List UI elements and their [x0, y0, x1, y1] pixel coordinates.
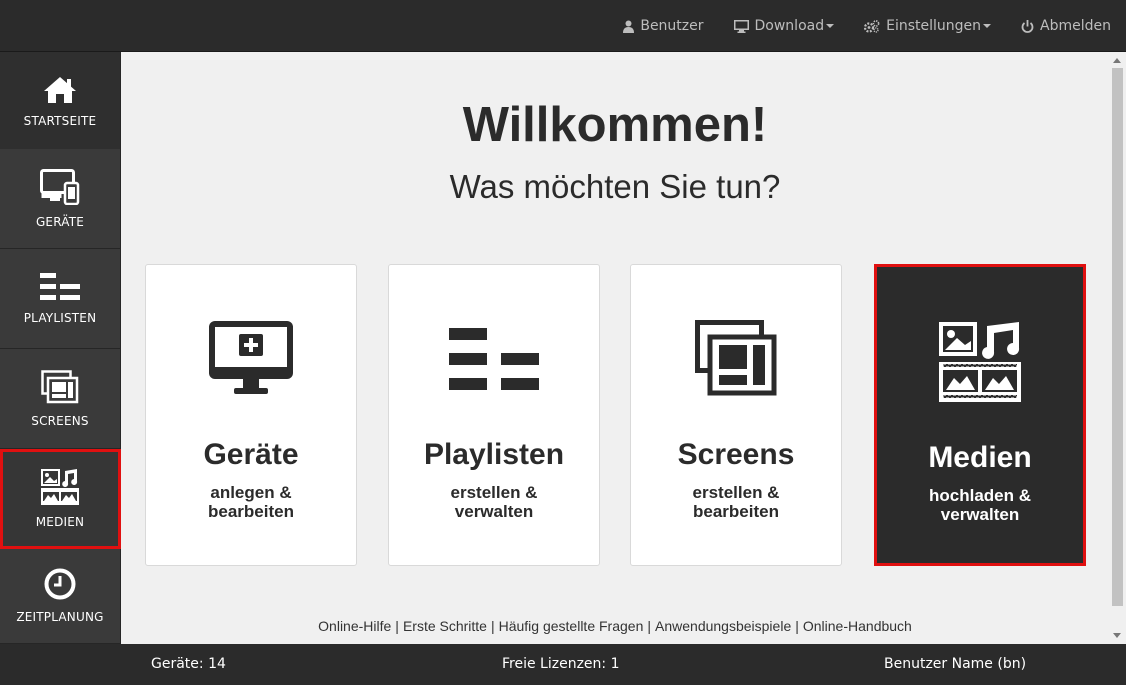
- card-icon-wrap: [631, 320, 841, 400]
- link-erste-schritte[interactable]: Erste Schritte: [403, 618, 487, 634]
- link-separator: |: [490, 618, 495, 634]
- help-links: Online-Hilfe | Erste Schritte | Häufig geste…: [121, 618, 1109, 634]
- page-subtitle: Was möchten Sie tun?: [449, 168, 781, 205]
- link-separator: |: [647, 618, 652, 634]
- download-menu[interactable]: Download: [719, 0, 850, 52]
- sidebar-item-medien[interactable]: MEDIEN: [0, 449, 121, 549]
- card-medien[interactable]: Medien hochladen & verwalten: [874, 264, 1086, 566]
- link-anwendungsbeispiele[interactable]: Anwendungsbeispiele: [655, 618, 791, 634]
- link-online-handbuch[interactable]: Online-Handbuch: [803, 618, 912, 634]
- card-description: erstellen & bearbeiten: [692, 483, 780, 521]
- sidebar-item-label: SCREENS: [31, 413, 89, 428]
- gears-icon: [864, 19, 880, 33]
- sidebar-item-playlisten[interactable]: PLAYLISTEN: [0, 249, 121, 349]
- power-icon: [1021, 19, 1034, 33]
- sidebar-item-geraete[interactable]: GERÄTE: [0, 149, 121, 249]
- card-title: Medien: [928, 441, 1032, 474]
- user-menu[interactable]: Benutzer: [608, 0, 718, 52]
- sidebar-item-label: ZEITPLANUNG: [16, 610, 104, 624]
- link-online-hilfe[interactable]: Online-Hilfe: [318, 618, 391, 634]
- home-icon: [44, 76, 76, 103]
- download-menu-label: Download: [754, 18, 825, 34]
- scrollbar[interactable]: [1109, 52, 1126, 644]
- devices-icon: [40, 168, 80, 205]
- playlist-icon: [449, 328, 539, 390]
- status-bar: Geräte: 14 Freie Lizenzen: 1 Benutzer Na…: [0, 644, 1126, 685]
- media-icon: [939, 322, 1021, 402]
- sidebar-item-zeitplanung[interactable]: ZEITPLANUNG: [0, 549, 121, 644]
- media-icon: [41, 468, 79, 505]
- clock-icon: [44, 568, 76, 600]
- card-geraete[interactable]: Geräte anlegen & bearbeiten: [145, 264, 357, 566]
- card-icon-wrap: [877, 322, 1083, 402]
- chevron-down-icon: [826, 24, 835, 28]
- top-nav: Benutzer Download Einstellungen Abmelden: [608, 0, 1126, 52]
- sidebar-item-label: STARTSEITE: [23, 113, 97, 128]
- page-title: Willkommen!: [462, 98, 768, 152]
- main-content: Willkommen! Was möchten Sie tun? Geräte …: [121, 52, 1109, 644]
- sidebar-item-label: MEDIEN: [35, 514, 85, 529]
- sidebar-item-label: GERÄTE: [35, 214, 85, 229]
- status-user: Benutzer Name (bn): [884, 656, 1027, 672]
- desktop-icon: [733, 19, 749, 33]
- card-title: Geräte: [203, 438, 299, 471]
- sidebar-item-label: PLAYLISTEN: [23, 310, 97, 325]
- card-title: Screens: [677, 438, 795, 471]
- screens-icon: [695, 320, 777, 396]
- scroll-down-arrow-icon[interactable]: [1113, 633, 1121, 638]
- card-description: anlegen & bearbeiten: [208, 483, 294, 521]
- settings-menu[interactable]: Einstellungen: [849, 0, 1006, 52]
- card-icon-wrap: [389, 320, 599, 400]
- top-bar: Benutzer Download Einstellungen Abmelden: [0, 0, 1126, 52]
- settings-menu-label: Einstellungen: [886, 18, 982, 34]
- sidebar-item-screens[interactable]: SCREENS: [0, 349, 121, 449]
- link-separator: |: [795, 618, 799, 634]
- user-menu-label: Benutzer: [640, 18, 704, 34]
- logout-button[interactable]: Abmelden: [1006, 0, 1126, 52]
- status-devices: Geräte: 14: [151, 656, 226, 672]
- monitor-add-icon: [209, 321, 293, 394]
- card-screens[interactable]: Screens erstellen & bearbeiten: [630, 264, 842, 566]
- sidebar: STARTSEITE GERÄTE PLAYLISTEN SCREENS MED…: [0, 52, 121, 644]
- link-separator: |: [395, 618, 399, 634]
- logout-label: Abmelden: [1040, 18, 1111, 34]
- sidebar-item-startseite[interactable]: STARTSEITE: [0, 52, 121, 152]
- card-description: hochladen & verwalten: [928, 486, 1031, 524]
- card-description: erstellen & verwalten: [450, 483, 538, 521]
- link-faq[interactable]: Häufig gestellte Fragen: [499, 618, 644, 634]
- card-title: Playlisten: [423, 438, 565, 471]
- screens-icon: [41, 369, 79, 403]
- card-icon-wrap: [146, 320, 356, 400]
- scroll-up-arrow-icon[interactable]: [1113, 58, 1121, 63]
- status-licenses: Freie Lizenzen: 1: [502, 656, 620, 672]
- playlist-icon: [40, 272, 80, 300]
- user-icon: [623, 20, 635, 33]
- chevron-down-icon: [983, 24, 992, 28]
- card-playlisten[interactable]: Playlisten erstellen & verwalten: [388, 264, 600, 566]
- scrollbar-thumb[interactable]: [1112, 68, 1123, 606]
